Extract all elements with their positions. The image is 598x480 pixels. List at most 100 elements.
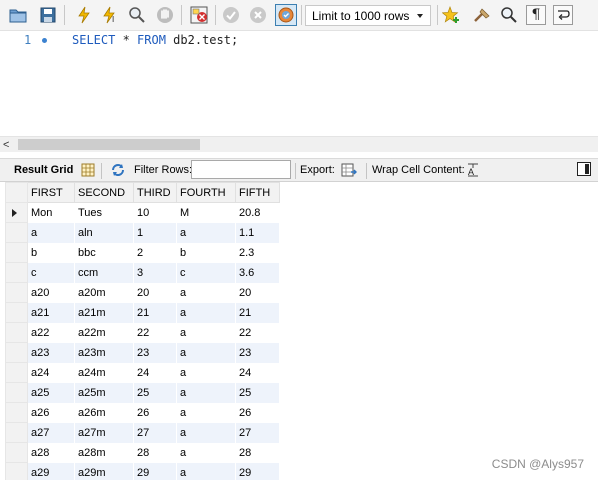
table-cell[interactable]: a29m [74, 462, 134, 480]
table-cell[interactable]: 29 [133, 462, 177, 480]
table-cell[interactable]: a22 [27, 322, 75, 343]
table-cell[interactable]: a [176, 222, 236, 243]
table-cell[interactable]: a21m [74, 302, 134, 323]
wrap-icon[interactable] [553, 5, 573, 25]
row-header[interactable] [5, 262, 28, 283]
table-cell[interactable]: a21 [27, 302, 75, 323]
table-cell[interactable]: 25 [133, 382, 177, 403]
table-cell[interactable]: 26 [235, 402, 280, 423]
row-header[interactable] [5, 322, 28, 343]
table-row[interactable]: a26 a26m 26 a 26 [5, 402, 280, 423]
table-cell[interactable]: a25m [74, 382, 134, 403]
table-row[interactable]: b bbc 2 b 2.3 [5, 242, 280, 263]
table-cell[interactable]: 21 [133, 302, 177, 323]
table-cell[interactable]: a [176, 282, 236, 303]
wrap-cell-icon[interactable]: A [466, 162, 480, 178]
row-header[interactable] [5, 362, 28, 383]
save-icon[interactable] [38, 5, 58, 25]
table-cell[interactable]: 26 [133, 402, 177, 423]
row-header[interactable] [5, 302, 28, 323]
table-cell[interactable]: aln [74, 222, 134, 243]
open-folder-icon[interactable] [8, 5, 28, 25]
scroll-left-arrow-icon[interactable]: < [3, 140, 9, 151]
execute-current-icon[interactable]: I [100, 5, 120, 25]
row-header[interactable] [5, 462, 28, 480]
column-header[interactable]: FIFTH [235, 182, 280, 203]
toggle-error-icon[interactable] [189, 5, 209, 25]
table-cell[interactable]: a24m [74, 362, 134, 383]
table-cell[interactable]: M [176, 202, 236, 223]
table-row[interactable]: a27 a27m 27 a 27 [5, 422, 280, 443]
table-cell[interactable]: a [176, 362, 236, 383]
row-header[interactable] [5, 202, 28, 223]
table-cell[interactable]: 1 [133, 222, 177, 243]
table-cell[interactable]: 1.1 [235, 222, 280, 243]
bookmark-star-icon[interactable] [441, 5, 461, 25]
filter-rows-input[interactable] [191, 160, 291, 179]
table-row[interactable]: Mon Tues 10 M 20.8 [5, 202, 280, 223]
table-cell[interactable]: 24 [133, 362, 177, 383]
table-cell[interactable]: 22 [133, 322, 177, 343]
column-header[interactable]: SECOND [74, 182, 134, 203]
row-header[interactable] [5, 422, 28, 443]
explain-icon[interactable] [127, 5, 147, 25]
table-row[interactable]: a22 a22m 22 a 22 [5, 322, 280, 343]
find-icon[interactable] [499, 5, 519, 25]
table-cell[interactable]: a27 [27, 422, 75, 443]
table-cell[interactable]: 10 [133, 202, 177, 223]
table-cell[interactable]: 20 [133, 282, 177, 303]
row-header[interactable] [5, 442, 28, 463]
toggle-panel-icon[interactable] [577, 162, 591, 176]
table-cell[interactable]: a20m [74, 282, 134, 303]
table-cell[interactable]: 29 [235, 462, 280, 480]
row-header[interactable] [5, 382, 28, 403]
rollback-icon[interactable] [248, 5, 268, 25]
stop-icon[interactable] [155, 5, 175, 25]
table-cell[interactable]: b [176, 242, 236, 263]
column-header[interactable]: THIRD [133, 182, 177, 203]
table-cell[interactable]: Mon [27, 202, 75, 223]
table-cell[interactable]: a26 [27, 402, 75, 423]
column-header[interactable]: FOURTH [176, 182, 236, 203]
table-cell[interactable]: 3.6 [235, 262, 280, 283]
table-cell[interactable]: a [176, 422, 236, 443]
grid-view-icon[interactable] [80, 161, 96, 179]
row-header[interactable] [5, 222, 28, 243]
table-cell[interactable]: 23 [235, 342, 280, 363]
table-row[interactable]: a20 a20m 20 a 20 [5, 282, 280, 303]
table-row[interactable]: a25 a25m 25 a 25 [5, 382, 280, 403]
table-cell[interactable]: b [27, 242, 75, 263]
table-cell[interactable]: a23m [74, 342, 134, 363]
table-cell[interactable]: a [176, 462, 236, 480]
table-cell[interactable]: a28 [27, 442, 75, 463]
table-cell[interactable]: a28m [74, 442, 134, 463]
table-cell[interactable]: 2 [133, 242, 177, 263]
table-cell[interactable]: a [176, 342, 236, 363]
editor-horizontal-scrollbar[interactable]: < [0, 136, 598, 152]
row-header[interactable] [5, 282, 28, 303]
table-cell[interactable]: a [176, 442, 236, 463]
table-cell[interactable]: a [176, 322, 236, 343]
table-cell[interactable]: a20 [27, 282, 75, 303]
row-header[interactable] [5, 342, 28, 363]
table-cell[interactable]: 24 [235, 362, 280, 383]
refresh-icon[interactable] [109, 161, 127, 179]
limit-rows-select[interactable]: Limit to 1000 rows [305, 5, 431, 26]
autocommit-icon[interactable] [275, 4, 297, 26]
table-cell[interactable]: c [27, 262, 75, 283]
table-cell[interactable]: a29 [27, 462, 75, 480]
table-cell[interactable]: ccm [74, 262, 134, 283]
column-header[interactable]: FIRST [27, 182, 75, 203]
table-cell[interactable]: a23 [27, 342, 75, 363]
table-cell[interactable]: a24 [27, 362, 75, 383]
beautify-icon[interactable] [472, 5, 492, 25]
table-cell[interactable]: a25 [27, 382, 75, 403]
table-row[interactable]: a29 a29m 29 a 29 [5, 462, 280, 480]
table-cell[interactable]: 21 [235, 302, 280, 323]
table-cell[interactable]: bbc [74, 242, 134, 263]
table-cell[interactable]: 23 [133, 342, 177, 363]
table-row[interactable]: a23 a23m 23 a 23 [5, 342, 280, 363]
sql-editor[interactable]: 1 SELECT * FROM db2.test; [0, 31, 598, 136]
table-cell[interactable]: 2.3 [235, 242, 280, 263]
table-cell[interactable]: 20.8 [235, 202, 280, 223]
